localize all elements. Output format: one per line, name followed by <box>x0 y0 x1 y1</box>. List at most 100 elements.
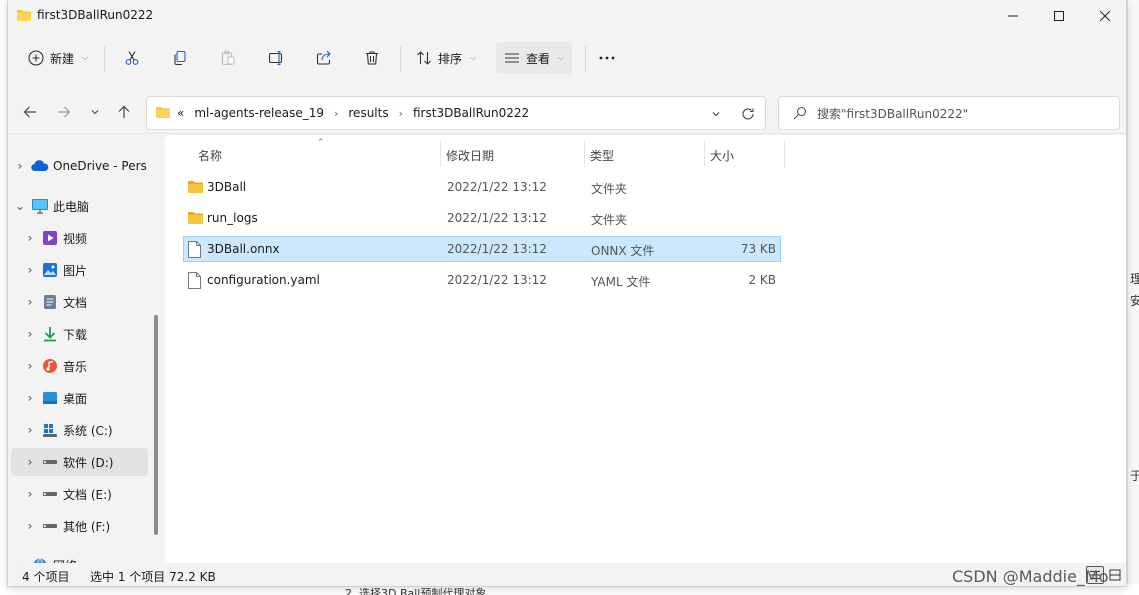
sort-ascending-icon: ⌃ <box>317 138 325 148</box>
column-header-modified[interactable]: 修改日期 <box>446 141 494 169</box>
chevron-right-icon[interactable]: › <box>21 359 39 373</box>
tiles-view-icon <box>1109 569 1121 581</box>
window-title: first3DBallRun0222 <box>37 8 154 22</box>
up-button[interactable] <box>113 101 135 123</box>
recent-locations-button[interactable] <box>84 101 106 123</box>
sidebar-item-onedrive[interactable]: › OneDrive - Personal <box>11 152 147 180</box>
selection-info: 选中 1 个项目 72.2 KB <box>90 570 216 584</box>
file-row[interactable]: 3DBall 2022/1/22 13:12 文件夹 <box>183 174 781 200</box>
toolbar-divider <box>585 46 586 72</box>
sidebar-item-label: 桌面 <box>63 391 88 406</box>
refresh-button[interactable] <box>739 105 757 123</box>
chevron-right-icon[interactable]: › <box>21 263 39 277</box>
search-input[interactable] <box>817 105 1107 123</box>
search-box[interactable] <box>778 96 1120 130</box>
sidebar-item-pictures[interactable]: › 图片 <box>21 256 157 284</box>
chevron-right-icon[interactable]: › <box>21 487 39 501</box>
toolbar-divider <box>400 46 401 72</box>
share-icon <box>316 50 331 65</box>
chevron-right-icon[interactable]: › <box>21 455 39 469</box>
title-bar: first3DBallRun0222 <box>8 0 1126 31</box>
column-header-size[interactable]: 大小 <box>710 141 734 169</box>
sort-button[interactable]: 排序 ⌵ <box>416 42 476 74</box>
sidebar-item-desktop[interactable]: › 桌面 <box>21 384 157 412</box>
sidebar-item-drive-e[interactable]: › 文档 (E:) <box>21 480 157 508</box>
file-name: configuration.yaml <box>207 273 320 287</box>
breadcrumb-overflow[interactable]: « <box>177 106 184 120</box>
folder-icon <box>16 8 32 25</box>
share-button[interactable] <box>316 42 332 74</box>
sidebar-item-network[interactable]: › 网络 <box>11 551 147 563</box>
file-type: 文件夹 <box>591 182 628 196</box>
downloads-icon <box>39 326 61 342</box>
maximize-button[interactable] <box>1036 0 1082 31</box>
delete-button[interactable] <box>364 42 380 74</box>
column-header-name[interactable]: 名称 <box>198 141 222 169</box>
column-header-type[interactable]: 类型 <box>590 141 614 169</box>
column-divider[interactable] <box>584 141 585 167</box>
address-history-button[interactable] <box>707 105 725 123</box>
navigation-pane: › OneDrive - Personal ⌄ 此电脑 › 视频 › 图片 › … <box>8 135 164 563</box>
file-row[interactable]: configuration.yaml 2022/1/22 13:12 YAML … <box>183 267 781 293</box>
cut-button[interactable] <box>124 42 140 74</box>
file-list: ⌃ 名称 修改日期 类型 大小 3DBall 2022/1/22 13:12 文… <box>165 135 1126 563</box>
sidebar-item-drive-d[interactable]: › 软件 (D:) <box>11 448 148 476</box>
column-divider[interactable] <box>440 141 441 167</box>
sidebar-item-videos[interactable]: › 视频 <box>21 224 157 252</box>
rename-button[interactable] <box>268 42 286 74</box>
folder-icon <box>187 179 204 197</box>
sidebar-scrollbar[interactable] <box>154 315 158 535</box>
sidebar-item-this-pc[interactable]: ⌄ 此电脑 <box>11 192 147 220</box>
file-icon <box>187 272 202 292</box>
chevron-right-icon[interactable]: › <box>21 295 39 309</box>
sidebar-item-music[interactable]: › 音乐 <box>21 352 157 380</box>
breadcrumb: « ml-agents-release_19 › results › first… <box>177 106 529 120</box>
more-options-button[interactable] <box>598 42 616 74</box>
drive-icon <box>39 518 61 534</box>
sidebar-item-label: 文档 (E:) <box>63 487 112 502</box>
forward-button[interactable] <box>53 101 75 123</box>
file-name: 3DBall.onnx <box>207 242 280 256</box>
background-page-right: 理 安 于 <box>1127 0 1139 595</box>
documents-icon <box>39 294 61 310</box>
breadcrumb-item[interactable]: ml-agents-release_19 <box>194 106 324 120</box>
file-row[interactable]: run_logs 2022/1/22 13:12 文件夹 <box>183 205 781 231</box>
chevron-right-icon[interactable]: › <box>21 519 39 533</box>
sidebar-item-drive-c[interactable]: › 系统 (C:) <box>21 416 157 444</box>
copy-button[interactable] <box>172 42 188 74</box>
breadcrumb-item[interactable]: first3DBallRun0222 <box>413 106 529 120</box>
sidebar-item-drive-f[interactable]: › 其他 (F:) <box>21 512 157 540</box>
chevron-down-icon[interactable]: ⌄ <box>11 199 29 213</box>
maximize-icon <box>1054 10 1064 21</box>
view-button[interactable]: 查看 ⌵ <box>496 42 573 74</box>
paste-button[interactable] <box>220 42 236 74</box>
breadcrumb-item[interactable]: results <box>348 106 388 120</box>
column-divider[interactable] <box>704 141 705 167</box>
close-button[interactable] <box>1082 0 1126 31</box>
file-row[interactable]: 3DBall.onnx 2022/1/22 13:12 ONNX 文件 73 K… <box>183 236 781 262</box>
back-button[interactable] <box>19 101 41 123</box>
minimize-icon <box>1008 15 1018 16</box>
chevron-right-icon[interactable]: › <box>21 391 39 405</box>
chevron-down-icon: ⌵ <box>82 53 89 62</box>
view-button-label: 查看 <box>526 51 551 66</box>
address-bar[interactable]: « ml-agents-release_19 › results › first… <box>146 96 766 130</box>
toolbar-divider <box>104 46 105 72</box>
file-modified: 2022/1/22 13:12 <box>447 211 547 225</box>
chevron-right-icon[interactable]: › <box>21 423 39 437</box>
sidebar-item-downloads[interactable]: › 下载 <box>21 320 157 348</box>
trash-icon <box>366 51 378 65</box>
refresh-icon <box>742 108 754 120</box>
chevron-right-icon[interactable]: › <box>11 159 29 173</box>
file-type: ONNX 文件 <box>591 244 655 258</box>
column-divider[interactable] <box>784 141 785 167</box>
chevron-right-icon[interactable]: › <box>21 231 39 245</box>
sort-arrows-icon <box>417 51 431 65</box>
sidebar-item-documents[interactable]: › 文档 <box>21 288 157 316</box>
new-button[interactable]: 新建 ⌵ <box>28 42 88 74</box>
file-type: YAML 文件 <box>591 275 651 289</box>
chevron-right-icon[interactable]: › <box>21 327 39 341</box>
folder-icon <box>187 210 204 228</box>
arrow-left-icon <box>23 106 36 118</box>
minimize-button[interactable] <box>990 0 1036 31</box>
